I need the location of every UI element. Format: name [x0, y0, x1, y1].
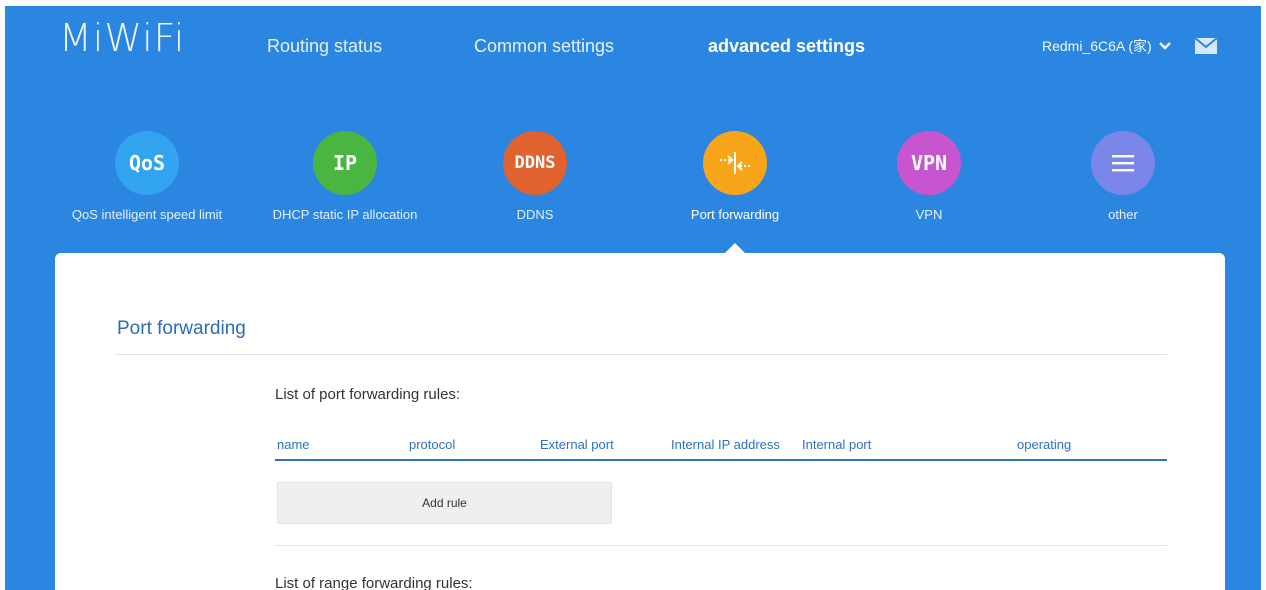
port-forwarding-icon [703, 131, 767, 195]
add-rule-button[interactable]: Add rule [277, 482, 612, 524]
col-name: name [277, 437, 310, 452]
feature-label: DHCP static IP allocation [272, 207, 418, 222]
device-name: Redmi_6C6A (家) [1042, 38, 1152, 54]
section-divider [275, 545, 1167, 546]
col-operating: operating [1017, 437, 1072, 452]
feature-qos[interactable]: QoS QoS intelligent speed limit [57, 131, 237, 222]
mail-icon[interactable] [1195, 38, 1217, 54]
nav-common-settings[interactable]: Common settings [474, 36, 614, 57]
nav-advanced-settings[interactable]: advanced settings [708, 36, 865, 57]
feature-label: Port forwarding [690, 207, 780, 222]
table-header-underline [275, 459, 1167, 461]
col-external-port: External port [540, 437, 614, 452]
feature-label: DDNS [516, 207, 554, 222]
port-forwarding-list-title: List of port forwarding rules: [275, 386, 461, 403]
user-device-menu[interactable]: Redmi_6C6A (家) [1042, 36, 1172, 56]
content-panel: Port forwarding List of port forwarding … [55, 253, 1225, 590]
range-forwarding-list-title: List of range forwarding rules: [275, 575, 473, 590]
feature-label: QoS intelligent speed limit [71, 207, 223, 222]
feature-other[interactable]: other [1033, 131, 1213, 222]
vpn-icon: VPN [897, 131, 961, 195]
feature-label: VPN [915, 207, 943, 222]
title-divider [115, 354, 1167, 355]
feature-ddns[interactable]: DDNS DDNS [445, 131, 625, 222]
qos-icon: QoS [115, 131, 179, 195]
col-internal-port: Internal port [802, 437, 872, 452]
nav-routing-status[interactable]: Routing status [267, 36, 382, 57]
feature-dhcp-static-ip[interactable]: IP DHCP static IP allocation [255, 131, 435, 222]
feature-port-forwarding[interactable]: Port forwarding [645, 131, 825, 222]
col-internal-ip: Internal IP address [671, 437, 780, 452]
miwifi-logo: MiWiFi [59, 16, 186, 60]
feature-vpn[interactable]: VPN VPN [839, 131, 1019, 222]
ip-icon: IP [313, 131, 377, 195]
app-frame: MiWiFi Routing status Common settings ad… [5, 6, 1261, 590]
ddns-icon: DDNS [503, 131, 567, 195]
feature-label: other [1108, 207, 1138, 222]
page-title: Port forwarding [117, 318, 246, 339]
menu-icon [1091, 131, 1155, 195]
chevron-down-icon [1158, 42, 1171, 50]
col-protocol: protocol [409, 437, 456, 452]
